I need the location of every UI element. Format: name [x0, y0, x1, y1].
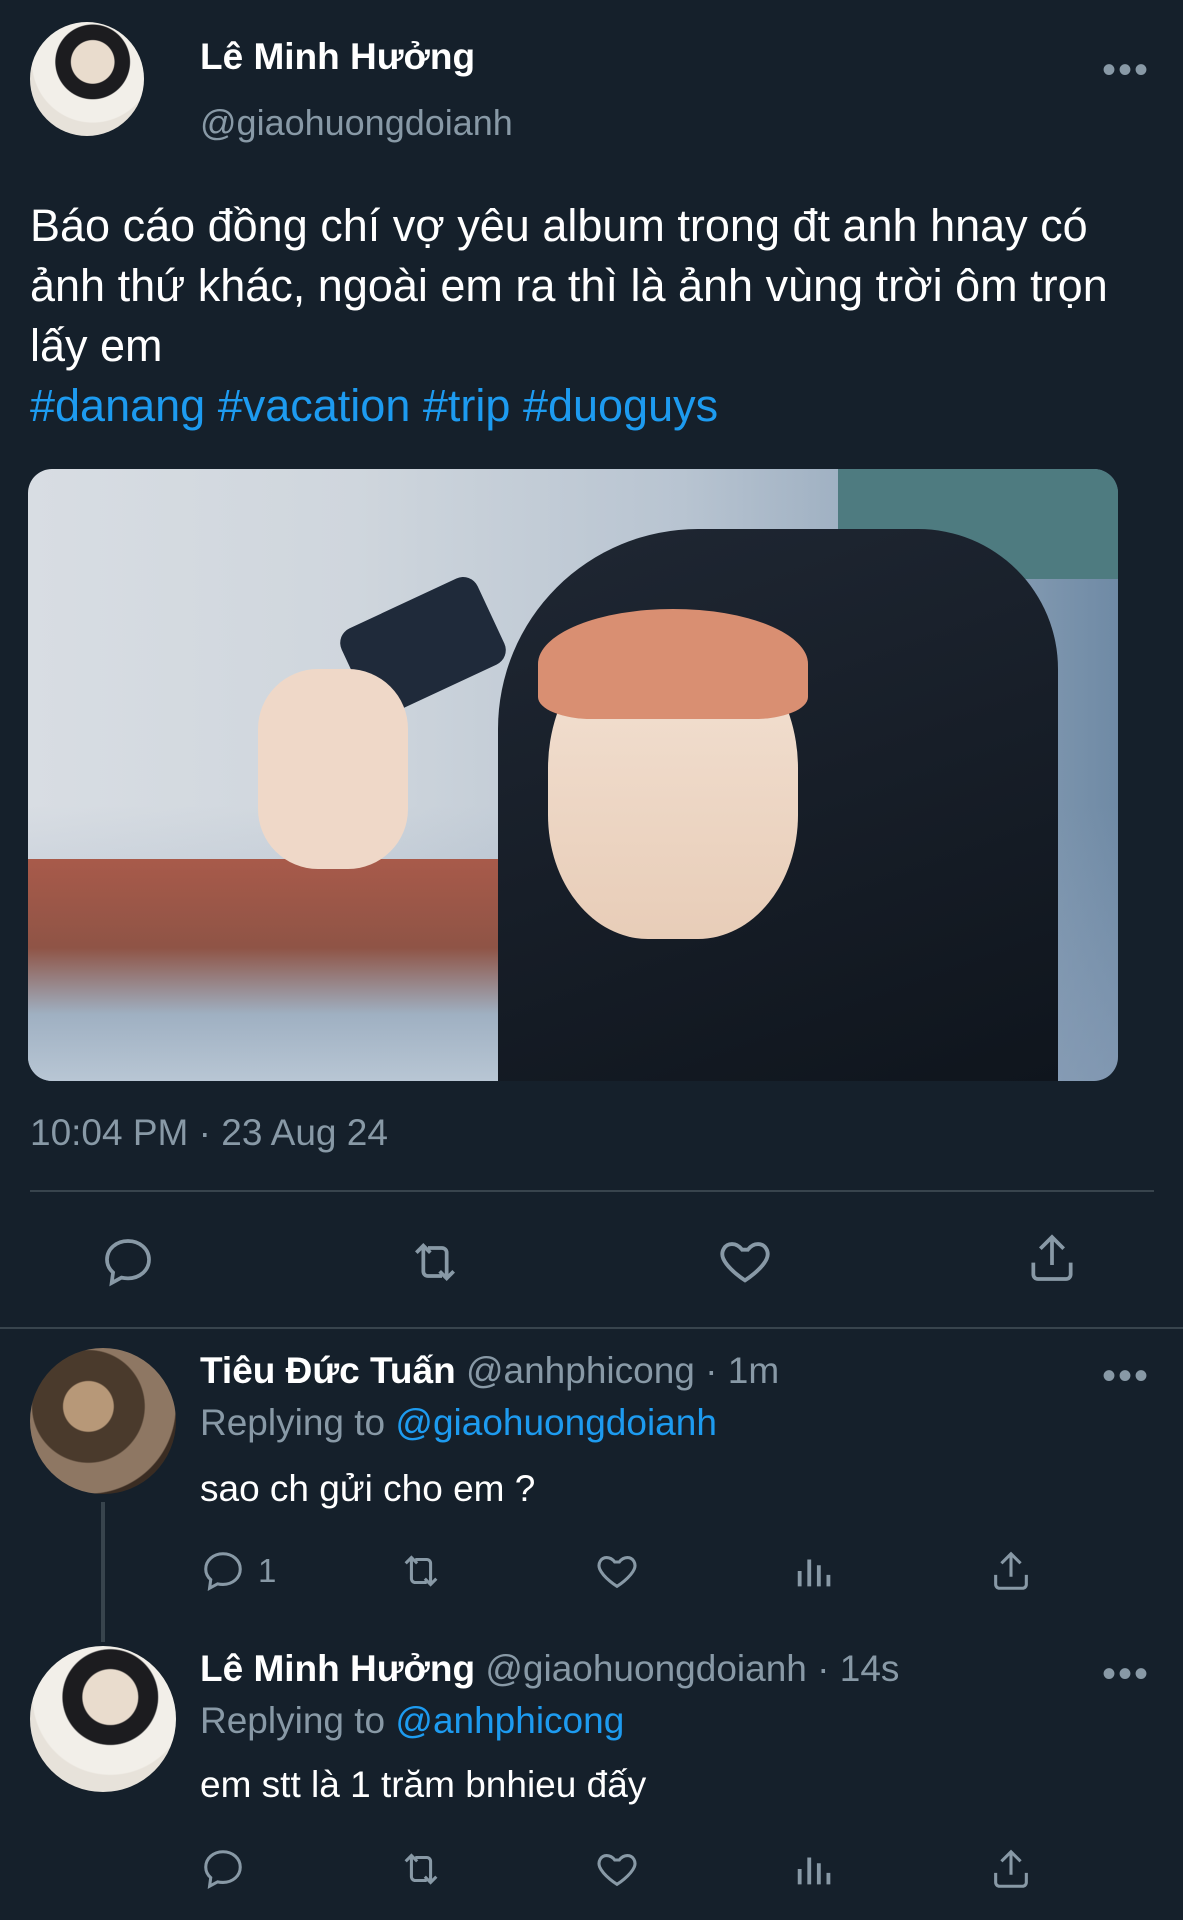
retweet-button[interactable]: [396, 1548, 446, 1594]
tweet-photo[interactable]: [28, 469, 1118, 1081]
more-icon[interactable]: •••: [1102, 1356, 1150, 1396]
retweet-icon: [396, 1846, 446, 1892]
like-button[interactable]: [594, 1846, 640, 1892]
hashtag-danang[interactable]: #danang: [30, 380, 205, 431]
more-icon[interactable]: •••: [1102, 1654, 1150, 1694]
heart-icon: [716, 1232, 774, 1290]
reply-icon: [200, 1846, 246, 1892]
replying-label: Replying to: [200, 1402, 386, 1443]
retweet-button[interactable]: [404, 1234, 466, 1290]
author-avatar[interactable]: [30, 22, 144, 136]
tweet-text: Báo cáo đồng chí vợ yêu album trong đt a…: [30, 196, 1150, 436]
share-icon: [988, 1846, 1034, 1892]
heart-icon: [594, 1846, 640, 1892]
section-divider: [0, 1327, 1183, 1329]
reply-avatar[interactable]: [30, 1646, 176, 1792]
reply-text: sao ch gửi cho em ?: [200, 1468, 536, 1509]
analytics-icon: [792, 1548, 838, 1594]
reply-author-name[interactable]: Lê Minh Hưởng: [200, 1648, 475, 1689]
photo-hair: [538, 609, 808, 719]
reply-time[interactable]: · 14s: [817, 1648, 899, 1689]
replying-to: Replying to @giaohuongdoianh: [200, 1402, 717, 1444]
share-icon: [1024, 1230, 1080, 1286]
tweet-body: Báo cáo đồng chí vợ yêu album trong đt a…: [30, 200, 1108, 371]
hashtag-trip[interactable]: #trip: [423, 380, 511, 431]
reply-author-handle[interactable]: @anhphicong: [466, 1350, 695, 1391]
replying-handle[interactable]: @giaohuongdoianh: [395, 1402, 717, 1443]
retweet-icon: [396, 1548, 446, 1594]
analytics-button[interactable]: [792, 1548, 838, 1594]
hashtag-vacation[interactable]: #vacation: [218, 380, 411, 431]
like-button[interactable]: [716, 1232, 774, 1290]
heart-icon: [594, 1548, 640, 1594]
share-button[interactable]: [988, 1846, 1034, 1892]
reply-button[interactable]: [100, 1234, 156, 1290]
hashtag-duoguys[interactable]: #duoguys: [523, 380, 718, 431]
like-button[interactable]: [594, 1548, 640, 1594]
reply-author-name[interactable]: Tiêu Đức Tuấn: [200, 1350, 456, 1391]
analytics-icon: [792, 1846, 838, 1892]
tweet-timestamp[interactable]: 10:04 PM · 23 Aug 24: [30, 1112, 388, 1154]
retweet-button[interactable]: [396, 1846, 446, 1892]
replying-to: Replying to @anhphicong: [200, 1700, 624, 1742]
share-icon: [988, 1548, 1034, 1594]
photo-hand: [258, 669, 408, 869]
thread-line: [101, 1502, 105, 1642]
analytics-button[interactable]: [792, 1846, 838, 1892]
photo-building: [28, 859, 508, 1081]
reply-time[interactable]: · 1m: [705, 1350, 779, 1391]
replying-handle[interactable]: @anhphicong: [395, 1700, 624, 1741]
reply-icon: [200, 1548, 246, 1594]
reply-header: Lê Minh Hưởng @giaohuongdoianh · 14s: [200, 1648, 899, 1690]
reply-count: 1: [258, 1552, 277, 1589]
author-handle[interactable]: @giaohuongdoianh: [200, 102, 513, 144]
author-name[interactable]: Lê Minh Hưởng: [200, 36, 475, 78]
reply-header: Tiêu Đức Tuấn @anhphicong · 1m: [200, 1350, 779, 1392]
reply-button[interactable]: [200, 1846, 246, 1892]
divider: [30, 1190, 1154, 1192]
reply-author-handle[interactable]: @giaohuongdoianh: [485, 1648, 807, 1689]
share-button[interactable]: [988, 1548, 1034, 1594]
reply-avatar[interactable]: [30, 1348, 176, 1494]
reply-text: em stt là 1 trăm bnhieu đấy: [200, 1764, 647, 1805]
share-button[interactable]: [1024, 1230, 1080, 1286]
reply-button[interactable]: 1: [200, 1548, 276, 1594]
retweet-icon: [404, 1234, 466, 1290]
more-icon[interactable]: •••: [1102, 50, 1150, 90]
replying-label: Replying to: [200, 1700, 386, 1741]
reply-icon: [100, 1234, 156, 1290]
